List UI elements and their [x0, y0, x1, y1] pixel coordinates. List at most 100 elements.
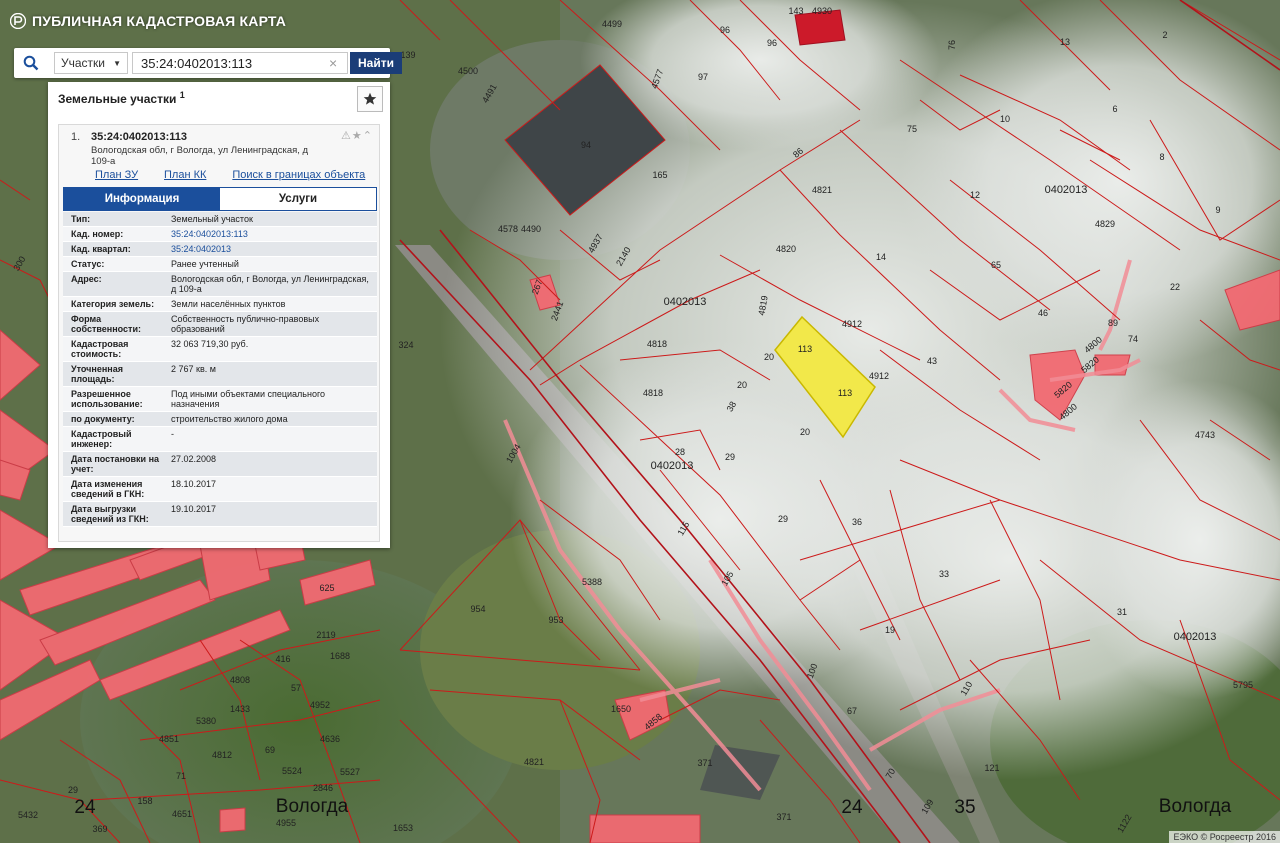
parcel-number-label: 4829	[1095, 219, 1115, 229]
attribute-key: Адрес:	[71, 274, 102, 284]
chevron-up-icon[interactable]: ⌃	[363, 130, 373, 142]
parcel-number-label: 31	[1117, 607, 1127, 617]
parcel-number-label: 9	[1215, 205, 1220, 215]
attribute-key: Дата выгрузки сведений из ГКН:	[71, 504, 149, 524]
parcel-number-label: 371	[776, 812, 791, 822]
attribute-key: Тип:	[71, 214, 91, 224]
city-name-label: Вологда	[276, 796, 349, 817]
parcel-number-label: 4578	[498, 224, 518, 234]
parcel-number-label: 69	[265, 745, 275, 755]
attribute-value: 32 063 719,30 руб.	[171, 339, 249, 349]
parcel-number-label: 4930	[812, 6, 832, 16]
city-name-label: Вологда	[1159, 796, 1232, 817]
parcel-number-label: 33	[939, 569, 949, 579]
parcel-number-label: 65	[991, 260, 1001, 270]
parcel-address: Вологодская обл, г Вологда, ул Ленинград…	[91, 145, 309, 167]
panel-title-text: Земельные участки	[58, 92, 177, 106]
parcel-number-label: 4636	[320, 734, 340, 744]
attribute-value: -	[171, 429, 174, 439]
parcel-number-label: 4812	[212, 750, 232, 760]
parcel-number-label: 10	[1000, 114, 1010, 124]
parcel-number-label: 4490	[521, 224, 541, 234]
parcel-number-label: 4821	[812, 185, 832, 195]
region-code-label: 35	[954, 797, 975, 818]
parcel-number-label: 4821	[524, 757, 544, 767]
parcel-number-label: 74	[1128, 334, 1138, 344]
region-code-label: 24	[74, 797, 96, 818]
attribute-value: Собственность публично-правовых образова…	[171, 314, 320, 334]
attribute-row: Дата постановки на учет: 27.02.2008	[63, 452, 377, 477]
parcel-number-label: 1650	[611, 704, 631, 714]
attribute-key: Кад. номер:	[71, 229, 124, 239]
attribute-row: Статус: Ранее учтенный	[63, 257, 377, 272]
attribute-row: Уточненная площадь: 2 767 кв. м	[63, 362, 377, 387]
attribute-row: Категория земель: Земли населённых пункто…	[63, 297, 377, 312]
parcel-number-label: 4912	[842, 319, 862, 329]
attribute-row: Кадастровая стоимость: 32 063 719,30 руб.	[63, 337, 377, 362]
parcel-number-label: 5388	[582, 577, 602, 587]
result-index: 1.	[71, 131, 81, 143]
parcel-number-label: 4743	[1195, 430, 1215, 440]
find-button[interactable]: Найти	[350, 52, 402, 74]
card-tool-icons[interactable]: ⚠★⌃	[341, 129, 373, 142]
parcel-number-label: 4955	[276, 818, 296, 828]
parcel-number-label: 13	[1060, 37, 1070, 47]
parcel-number-label: 29	[68, 785, 78, 795]
object-type-label: Участки	[61, 56, 105, 70]
attribute-key: Кадастровый инженер:	[71, 429, 132, 449]
map-attribution: ЕЭКО © Росреестр 2016	[1169, 831, 1280, 843]
tab-information[interactable]: Информация	[64, 188, 220, 210]
object-type-select[interactable]: Участки ▼	[54, 52, 128, 74]
parcel-cadastral-number[interactable]: 35:24:0402013:113	[91, 131, 187, 143]
panel-title: Земельные участки 1	[58, 90, 185, 106]
attribute-key: Статус:	[71, 259, 105, 269]
rosreestr-logo-icon[interactable]	[10, 13, 26, 29]
parcel-number-label: 2846	[313, 783, 333, 793]
parcel-number-label: 5432	[18, 810, 38, 820]
tab-services[interactable]: Услуги	[220, 188, 376, 210]
attribute-key: Категория земель:	[71, 299, 155, 309]
parcel-number-label: 324	[398, 340, 413, 350]
attribute-row: Адрес: Вологодская обл, г Вологда, ул Лен…	[63, 272, 377, 297]
parcel-number-label: 4952	[310, 700, 330, 710]
parcel-number-label: 4499	[602, 19, 622, 29]
attribute-row: по документу: строительство жилого дома	[63, 412, 377, 427]
parcel-number-label: 953	[548, 615, 563, 625]
attribute-row: Кад. номер: 35:24:0402013:113	[63, 227, 377, 242]
parcel-number-label: 5380	[196, 716, 216, 726]
clear-icon[interactable]: ×	[329, 55, 337, 71]
parcel-number-label: 954	[470, 604, 485, 614]
region-code-label: 24	[841, 797, 863, 818]
parcel-number-label: 1433	[230, 704, 250, 714]
attribute-value[interactable]: 35:24:0402013	[167, 242, 377, 256]
parcel-number-label: 625	[319, 583, 334, 593]
star-outline-icon[interactable]: ★	[352, 130, 363, 142]
parcel-card: 1. 35:24:0402013:113 Вологодская обл, г …	[58, 124, 380, 542]
attribute-key: Кад. квартал:	[71, 244, 131, 254]
parcel-number-label: 4820	[776, 244, 796, 254]
quarter-number-label: 0402013	[651, 460, 694, 472]
parcel-number-label: 20	[764, 352, 774, 362]
search-icon[interactable]	[14, 48, 48, 78]
quarter-number-label: 0402013	[664, 296, 707, 308]
warning-icon[interactable]: ⚠	[341, 130, 352, 142]
attribute-key: Форма собственности:	[71, 314, 141, 334]
app-header: ПУБЛИЧНАЯ КАДАСТРОВАЯ КАРТА	[10, 13, 286, 29]
parcel-number-label: 158	[137, 796, 152, 806]
parcel-number-label: 4851	[159, 734, 179, 744]
attribute-value: Вологодская обл, г Вологда, ул Ленинград…	[171, 274, 369, 294]
attribute-table: Тип: Земельный участок Кад. номер: 35:24:04…	[63, 212, 377, 527]
parcel-number-label: 96	[767, 38, 777, 48]
parcel-number-label: 4651	[172, 809, 192, 819]
attribute-value[interactable]: 35:24:0402013:113	[167, 227, 377, 241]
parcel-number-label: 46	[1038, 308, 1048, 318]
parcel-number-label: 75	[907, 124, 917, 134]
parcel-number-label: 4808	[230, 675, 250, 685]
attribute-value: Земельный участок	[171, 214, 253, 224]
info-tabs: Информация Услуги	[63, 187, 377, 211]
parcel-number-label: 4818	[643, 388, 663, 398]
quarter-number-label: 0402013	[1174, 631, 1217, 643]
favorite-star-button[interactable]	[357, 86, 383, 112]
search-input[interactable]	[132, 52, 348, 74]
quarter-number-label: 0402013	[1045, 184, 1088, 196]
